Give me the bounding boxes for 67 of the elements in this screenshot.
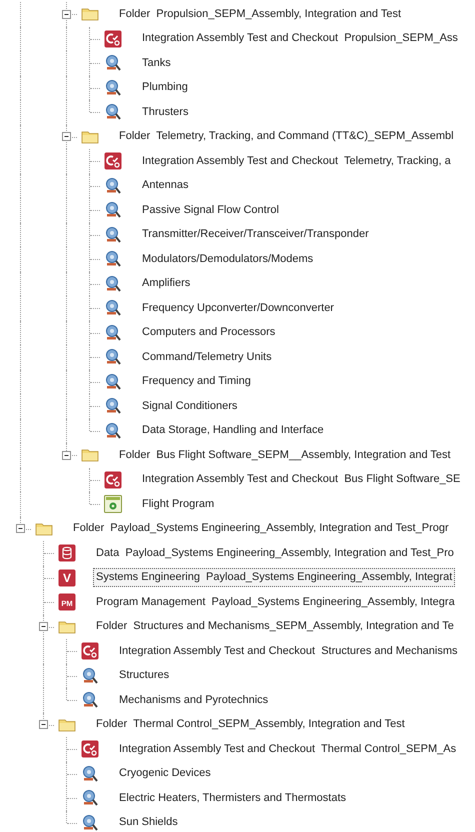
gear-check-icon: [81, 740, 99, 758]
tree-item[interactable]: Folder Thermal Control_SEPM_Assembly, Integration and Test: [93, 715, 408, 734]
tree-item[interactable]: Integration Assembly Test and Checkout Propulsion_SEPM_Ass: [139, 29, 461, 48]
gear-magnifier-icon: [104, 250, 122, 268]
tree-item[interactable]: Integration Assembly Test and Checkout Thermal Control_SEPM_As: [116, 740, 460, 759]
badge-icon: V: [58, 568, 76, 587]
gear-check-icon: [81, 642, 99, 660]
tree-item[interactable]: Antennas: [139, 176, 192, 196]
tree-item[interactable]: Cryogenic Devices: [116, 764, 214, 784]
gear-magnifier-icon: [81, 666, 99, 685]
tree-item[interactable]: Flight Program: [139, 494, 218, 514]
tree-item[interactable]: Frequency and Timing: [139, 372, 254, 392]
tree-item[interactable]: Data Payload_Systems Engineering_Assembly, Integration and Test_Pro: [93, 544, 457, 563]
gear-check-icon: [104, 470, 122, 489]
gear-magnifier-icon: [104, 397, 122, 416]
tree-item[interactable]: Electric Heaters, Thermisters and Thermostats: [116, 788, 350, 808]
collapse-icon[interactable]: [39, 622, 48, 632]
gear-magnifier-icon: [104, 324, 122, 342]
tree-item[interactable]: Folder Structures and Mechanisms_SEPM_Assembly, Integration and Te: [93, 617, 457, 636]
collapse-icon[interactable]: [16, 524, 25, 534]
gear-magnifier-icon: [104, 201, 122, 220]
tree-item[interactable]: Signal Conditioners: [139, 396, 240, 416]
gear-magnifier-icon: [104, 54, 122, 72]
tree-item[interactable]: Integration Assembly Test and Checkout Telemetry, Tracking, a: [139, 152, 454, 171]
tree-item[interactable]: Plumbing: [139, 78, 191, 98]
program-icon: [104, 495, 122, 514]
gear-magnifier-icon: [104, 372, 122, 391]
gear-magnifier-icon: [81, 814, 99, 832]
collapse-icon[interactable]: [39, 720, 48, 730]
gear-magnifier-icon: [104, 274, 122, 293]
gear-magnifier-icon: [81, 691, 99, 710]
tree-item[interactable]: Integration Assembly Test and Checkout Structures and Mechanisms: [116, 642, 461, 661]
tree-item[interactable]: Frequency Upconverter/Downconverter: [139, 298, 337, 318]
tree-item[interactable]: Tanks: [139, 54, 174, 73]
tree-item[interactable]: Mechanisms and Pyrotechnics: [116, 690, 272, 710]
gear-magnifier-icon: [81, 789, 99, 808]
tree-item[interactable]: Computers and Processors: [139, 323, 278, 342]
gear-magnifier-icon: [104, 348, 122, 366]
gear-magnifier-icon: [104, 422, 122, 440]
tree-item[interactable]: Amplifiers: [139, 274, 194, 294]
tree-item[interactable]: Passive Signal Flow Control: [139, 200, 282, 220]
tree-item[interactable]: Folder Telemetry, Tracking, and Command (TT&C)_SEPM_Assembl: [116, 127, 457, 146]
collapse-icon[interactable]: [62, 450, 71, 460]
tree-item[interactable]: Folder Propulsion_SEPM_Assembly, Integration and Test: [116, 4, 404, 24]
gear-check-icon: [104, 30, 122, 48]
gear-magnifier-icon: [81, 764, 99, 783]
gear-magnifier-icon: [104, 78, 122, 97]
tree-item[interactable]: Command/Telemetry Units: [139, 348, 275, 367]
gear-check-icon: [104, 152, 122, 170]
gear-magnifier-icon: [104, 226, 122, 244]
tree-item[interactable]: Data Storage, Handling and Interface: [139, 421, 327, 440]
database-icon: [58, 544, 76, 562]
tree-item[interactable]: Integration Assembly Test and Checkout Bus Flight Software_SE: [139, 470, 464, 490]
tree-item[interactable]: Systems Engineering Payload_Systems Engineering_Assembly, Integrat: [93, 568, 456, 588]
collapse-icon[interactable]: [62, 10, 71, 19]
tree-item[interactable]: Sun Shields: [116, 813, 181, 832]
tree-item[interactable]: Folder Payload_Systems Engineering_Assembly, Integration and Test_Progr: [70, 519, 452, 538]
gear-magnifier-icon: [104, 103, 122, 122]
tree-item[interactable]: Folder Bus Flight Software_SEPM__Assembly, Integration and Test: [116, 446, 454, 465]
tree-item[interactable]: Transmitter/Receiver/Transceiver/Transponder: [139, 225, 372, 244]
tree-item[interactable]: Modulators/Demodulators/Modems: [139, 250, 316, 269]
tree-item[interactable]: Structures: [116, 666, 172, 686]
gear-magnifier-icon: [104, 176, 122, 195]
gear-magnifier-icon: [104, 299, 122, 318]
collapse-icon[interactable]: [62, 132, 71, 142]
tree-item[interactable]: Thrusters: [139, 102, 192, 122]
tree-item[interactable]: Program Management Payload_Systems Engineering_Assembly, Integra: [93, 592, 458, 612]
